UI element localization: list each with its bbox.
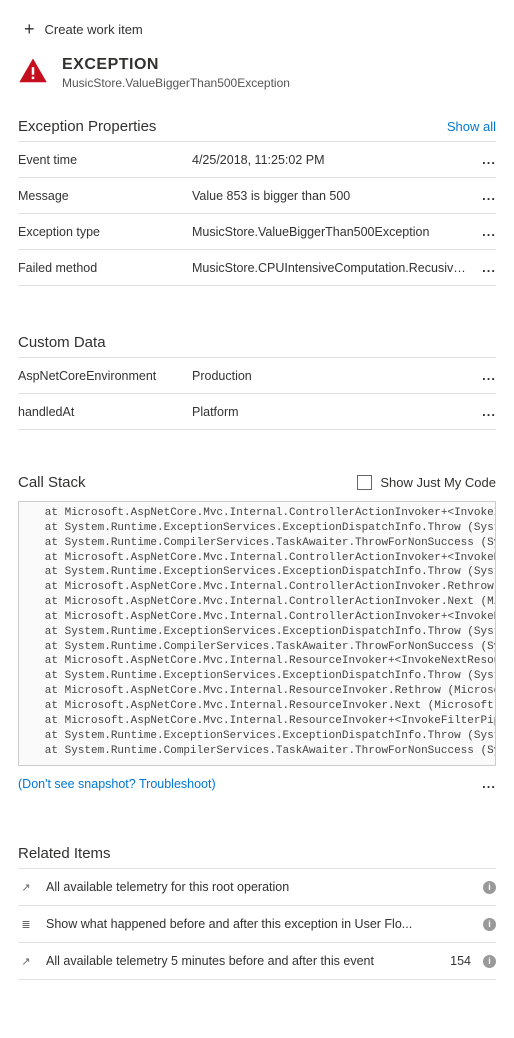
plus-icon: +: [24, 20, 35, 38]
custom-data-key: AspNetCoreEnvironment: [18, 369, 192, 383]
related-items-section: Related Items ↗ All available telemetry …: [0, 831, 514, 980]
flow-icon: ≣: [18, 918, 34, 931]
related-item-count: 154: [450, 954, 471, 968]
show-all-link[interactable]: Show all: [447, 119, 496, 134]
custom-data-title: Custom Data: [18, 334, 106, 351]
link-out-icon: ↗: [18, 881, 34, 894]
more-icon[interactable]: ...: [476, 152, 496, 167]
callstack-header: Call Stack Show Just My Code: [0, 464, 514, 501]
more-icon[interactable]: ...: [476, 224, 496, 239]
related-item-label: All available telemetry for this root op…: [46, 880, 459, 894]
checkbox-icon: [357, 475, 372, 490]
callstack-title: Call Stack: [18, 474, 86, 491]
property-key: Exception type: [18, 225, 192, 239]
info-icon: i: [483, 918, 496, 931]
custom-data-key: handledAt: [18, 405, 192, 419]
custom-data-row: handledAt Platform ...: [18, 393, 496, 430]
more-icon[interactable]: ...: [476, 368, 496, 383]
checkbox-label: Show Just My Code: [380, 475, 496, 490]
exception-properties-section: Exception Properties Show all Event time…: [0, 104, 514, 286]
property-row: Event time 4/25/2018, 11:25:02 PM ...: [18, 141, 496, 177]
property-row: Exception type MusicStore.ValueBiggerTha…: [18, 213, 496, 249]
more-icon[interactable]: ...: [476, 188, 496, 203]
property-row: Message Value 853 is bigger than 500 ...: [18, 177, 496, 213]
exception-properties-title: Exception Properties: [18, 118, 156, 135]
property-value: Value 853 is bigger than 500: [192, 189, 476, 203]
create-work-item-label: Create work item: [45, 22, 143, 37]
property-key: Message: [18, 189, 192, 203]
warning-icon: [18, 56, 48, 86]
property-value: 4/25/2018, 11:25:02 PM: [192, 153, 476, 167]
more-icon[interactable]: ...: [476, 404, 496, 419]
stack-trace-pane[interactable]: at Microsoft.AspNetCore.Mvc.Internal.Con…: [18, 501, 496, 766]
troubleshoot-link[interactable]: (Don't see snapshot? Troubleshoot): [18, 777, 216, 791]
exception-type: MusicStore.ValueBiggerThan500Exception: [62, 76, 290, 90]
property-key: Failed method: [18, 261, 192, 275]
show-my-code-checkbox[interactable]: Show Just My Code: [357, 475, 496, 490]
related-item-label: Show what happened before and after this…: [46, 917, 459, 931]
create-work-item-button[interactable]: + Create work item: [0, 12, 514, 52]
exception-title: EXCEPTION: [62, 56, 290, 74]
custom-data-value: Production: [192, 369, 476, 383]
more-icon[interactable]: ...: [476, 260, 496, 275]
custom-data-section: Custom Data AspNetCoreEnvironment Produc…: [0, 320, 514, 430]
custom-data-row: AspNetCoreEnvironment Production ...: [18, 357, 496, 393]
exception-header: EXCEPTION MusicStore.ValueBiggerThan500E…: [0, 52, 514, 104]
link-out-icon: ↗: [18, 955, 34, 968]
related-item[interactable]: ↗ All available telemetry 5 minutes befo…: [18, 942, 496, 980]
property-value: MusicStore.CPUIntensiveComputation.Recus…: [192, 261, 476, 275]
related-item-label: All available telemetry 5 minutes before…: [46, 954, 438, 968]
property-row: Failed method MusicStore.CPUIntensiveCom…: [18, 249, 496, 286]
related-item[interactable]: ≣ Show what happened before and after th…: [18, 905, 496, 942]
property-key: Event time: [18, 153, 192, 167]
related-items-title: Related Items: [18, 845, 111, 862]
more-icon[interactable]: ...: [482, 776, 496, 791]
property-value: MusicStore.ValueBiggerThan500Exception: [192, 225, 476, 239]
info-icon: i: [483, 881, 496, 894]
custom-data-value: Platform: [192, 405, 476, 419]
info-icon: i: [483, 955, 496, 968]
related-item[interactable]: ↗ All available telemetry for this root …: [18, 868, 496, 905]
